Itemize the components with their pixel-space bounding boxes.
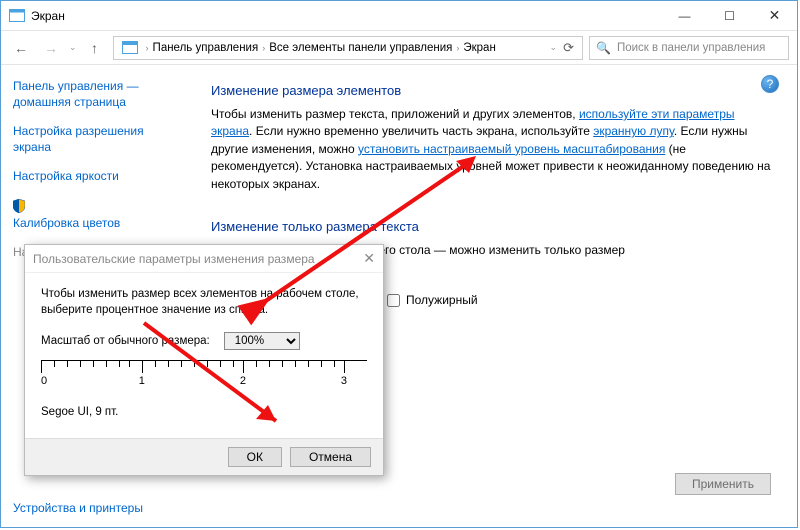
window: Экран — ☐ ✕ ← → ⌄ ↑ › Панель управления … bbox=[0, 0, 798, 528]
dialog-intro: Чтобы изменить размер всех элементов на … bbox=[41, 287, 367, 318]
sidebar-item-home[interactable]: Панель управления — домашняя страница bbox=[13, 79, 169, 110]
ok-button[interactable]: ОК bbox=[228, 447, 282, 467]
see-also: Устройства и принтеры bbox=[13, 501, 143, 515]
custom-scaling-dialog: Пользовательские параметры изменения раз… bbox=[24, 244, 384, 476]
breadcrumb-item[interactable]: Все элементы панели управления bbox=[269, 42, 452, 54]
ruler-label: 1 bbox=[139, 375, 145, 387]
nav-forward-button[interactable]: → bbox=[39, 36, 63, 60]
shield-icon bbox=[13, 199, 25, 213]
heading-text-size: Изменение только размера текста bbox=[211, 219, 777, 234]
dialog-titlebar[interactable]: Пользовательские параметры изменения раз… bbox=[25, 245, 383, 273]
scale-select[interactable]: 100% bbox=[224, 332, 300, 350]
ruler[interactable]: 0 1 2 3 bbox=[41, 360, 367, 402]
bold-label: Полужирный bbox=[406, 293, 478, 307]
font-sample: Segoe UI, 9 пт. bbox=[41, 406, 367, 418]
link-magnifier[interactable]: экранную лупу bbox=[593, 124, 674, 138]
ruler-label: 2 bbox=[240, 375, 246, 387]
maximize-button[interactable]: ☐ bbox=[707, 1, 752, 30]
description-text: Чтобы изменить размер текста, приложений… bbox=[211, 106, 777, 193]
nav-up-button[interactable]: ↑ bbox=[83, 36, 107, 60]
minimize-button[interactable]: — bbox=[662, 1, 707, 30]
cancel-button[interactable]: Отмена bbox=[290, 447, 371, 467]
close-button[interactable]: ✕ bbox=[752, 1, 797, 30]
breadcrumb[interactable]: › Панель управления › Все элементы панел… bbox=[113, 36, 583, 60]
heading-size: Изменение размера элементов bbox=[211, 83, 777, 98]
titlebar[interactable]: Экран — ☐ ✕ bbox=[1, 1, 797, 31]
refresh-icon[interactable]: ⟳ bbox=[563, 40, 574, 56]
chevron-right-icon: › bbox=[262, 43, 265, 53]
ruler-label: 3 bbox=[341, 375, 347, 387]
nav-back-button[interactable]: ← bbox=[9, 36, 33, 60]
dialog-close-button[interactable]: ✕ bbox=[363, 250, 375, 267]
display-icon bbox=[9, 9, 25, 22]
ruler-label: 0 bbox=[41, 375, 47, 387]
apply-button[interactable]: Применить bbox=[675, 473, 771, 495]
window-title: Экран bbox=[31, 9, 662, 23]
sidebar-item-calibration[interactable]: Калибровка цветов bbox=[13, 216, 169, 232]
link-custom-scaling[interactable]: установить настраиваемый уровень масштаб… bbox=[358, 142, 665, 156]
navbar: ← → ⌄ ↑ › Панель управления › Все элемен… bbox=[1, 31, 797, 65]
breadcrumb-item[interactable]: Экран bbox=[463, 42, 495, 54]
sidebar-item-resolution[interactable]: Настройка разрешения экрана bbox=[13, 124, 169, 155]
sidebar-item-brightness[interactable]: Настройка яркости bbox=[13, 169, 169, 185]
breadcrumb-dropdown[interactable]: ⌄ bbox=[550, 42, 558, 53]
breadcrumb-item[interactable]: Панель управления bbox=[153, 42, 259, 54]
chevron-right-icon: › bbox=[456, 43, 459, 53]
display-icon bbox=[122, 41, 138, 54]
scale-label: Масштаб от обычного размера: bbox=[41, 335, 210, 347]
search-placeholder: Поиск в панели управления bbox=[617, 42, 765, 54]
search-input[interactable]: 🔍 Поиск в панели управления bbox=[589, 36, 789, 60]
chevron-right-icon: › bbox=[146, 43, 149, 53]
nav-history-dropdown[interactable]: ⌄ bbox=[69, 42, 77, 53]
dialog-title: Пользовательские параметры изменения раз… bbox=[33, 252, 315, 266]
search-icon: 🔍 bbox=[596, 41, 611, 55]
bold-checkbox[interactable] bbox=[387, 294, 400, 307]
link-devices-printers[interactable]: Устройства и принтеры bbox=[13, 501, 143, 515]
